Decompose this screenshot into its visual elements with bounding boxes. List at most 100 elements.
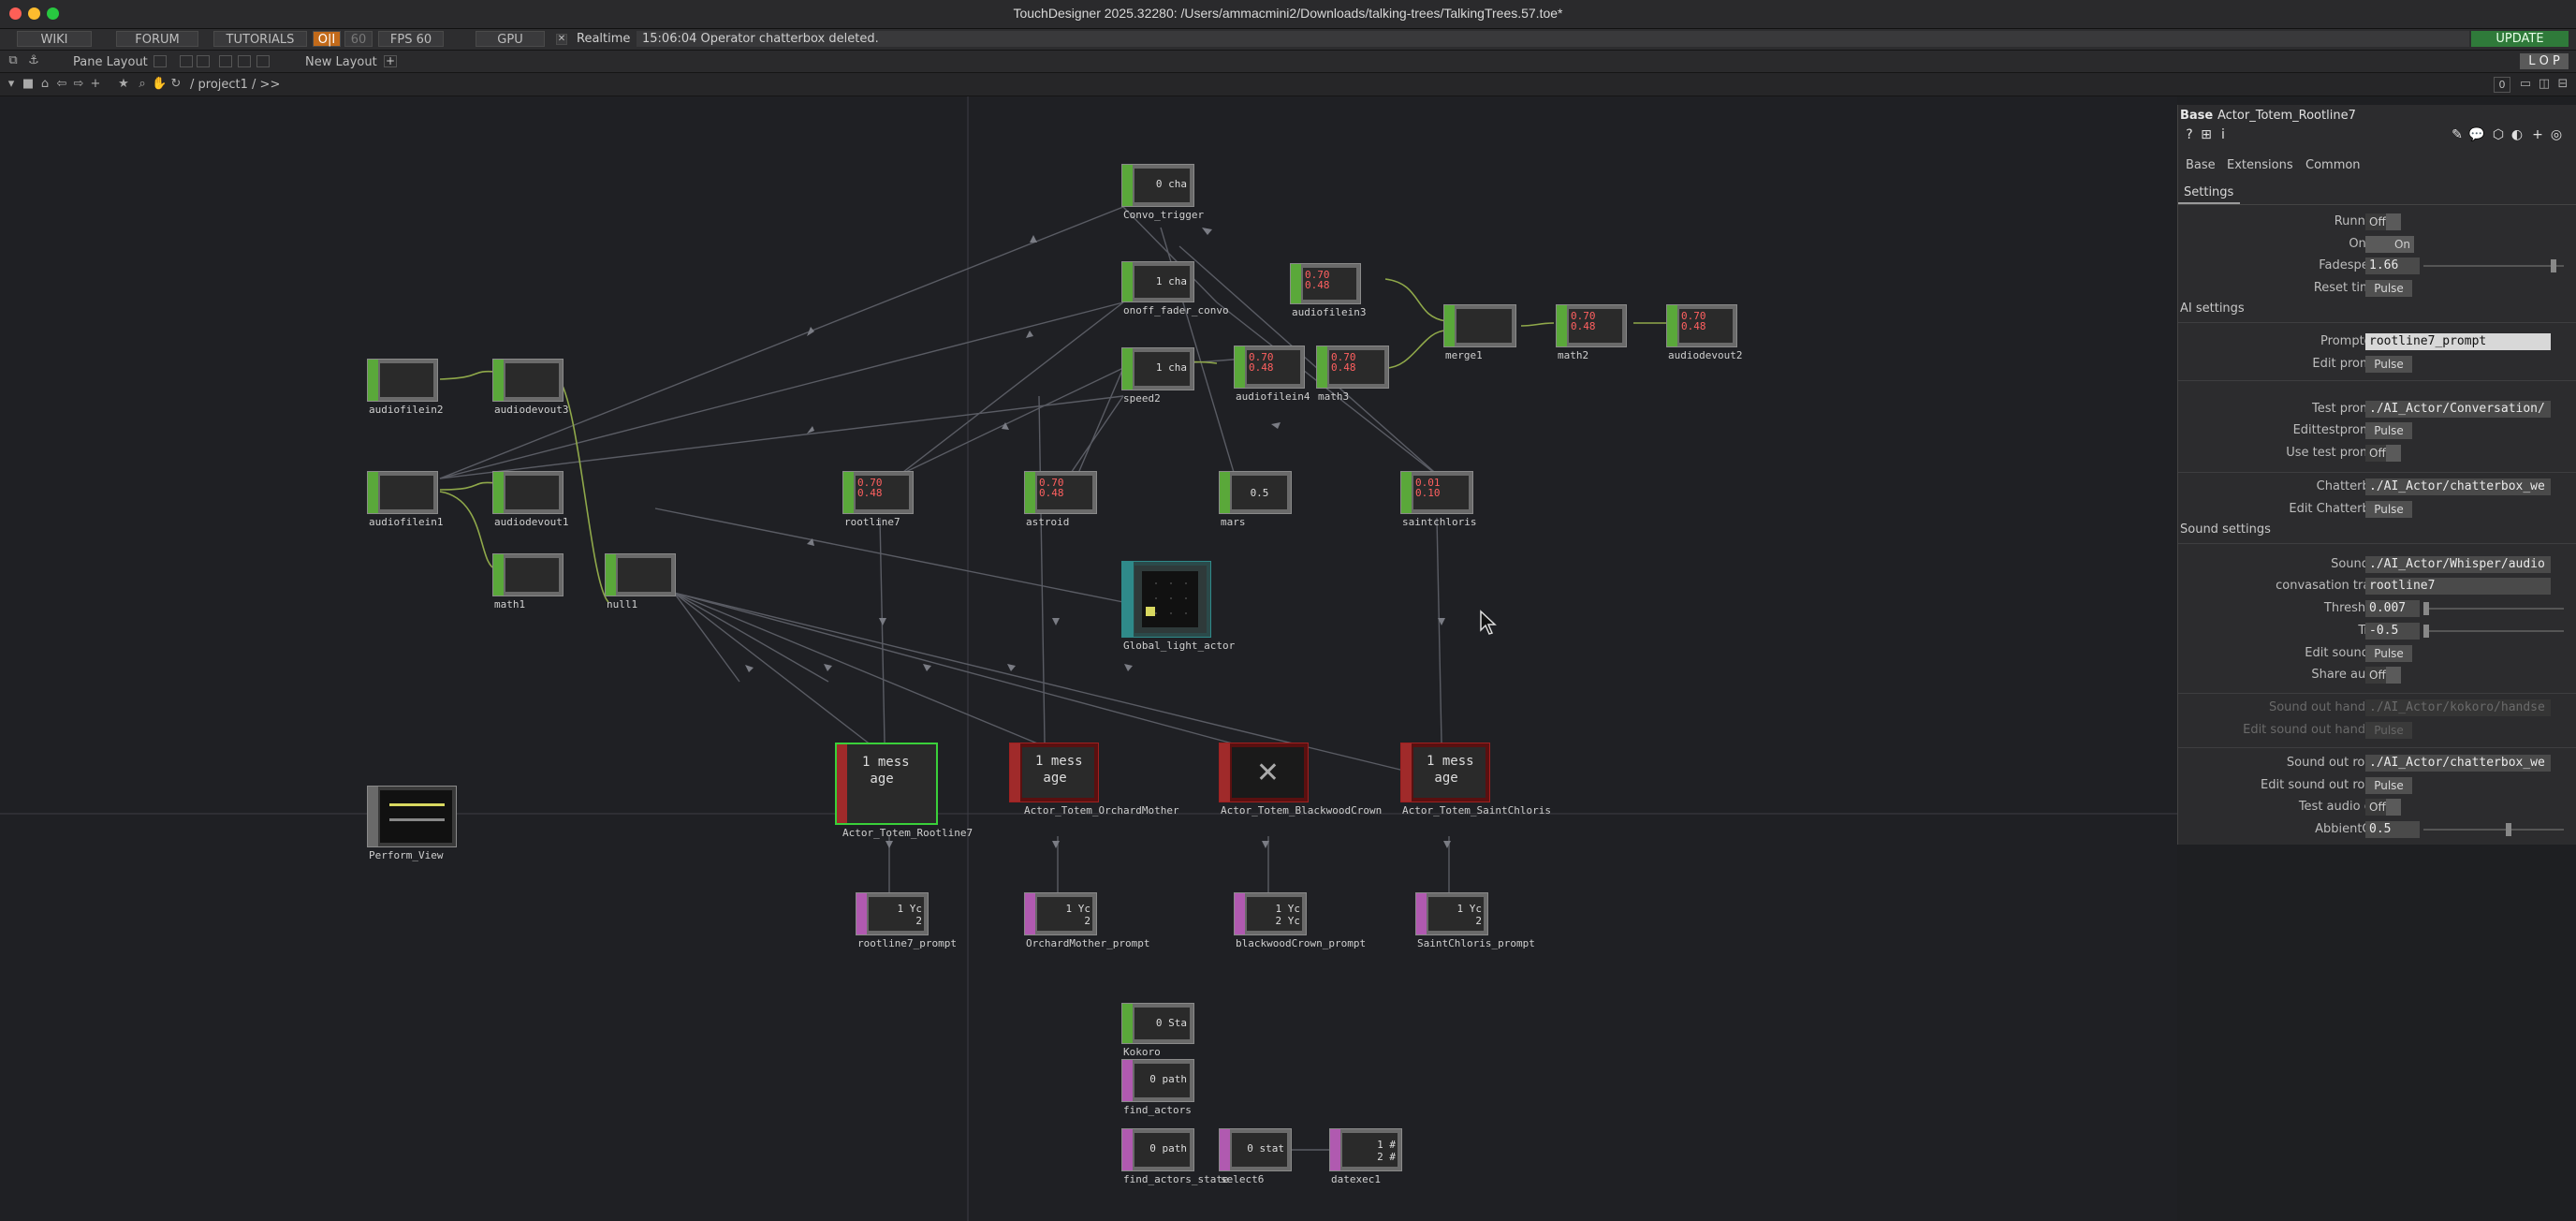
fadespeed-slider[interactable] [2423,259,2564,272]
node-perform-view[interactable] [367,786,457,847]
pane-layout-grid[interactable] [256,55,270,67]
edittestprompt-button[interactable]: Pulse [2365,422,2412,439]
sound-out-room-field[interactable]: ./AI_Actor/chatterbox_we [2365,755,2551,772]
node-merge1[interactable] [1443,304,1516,347]
pane-layout-triple[interactable] [238,55,251,67]
node-math3[interactable]: 0.70 0.48 [1316,346,1389,389]
pane-layout-split-h[interactable] [180,55,193,67]
sound-in-field[interactable]: ./AI_Actor/Whisper/audio [2365,556,2551,573]
node-blackwoodcrown-prompt[interactable]: 1 Yc 2 Yc [1234,892,1307,935]
node-audiodevout2[interactable]: 0.70 0.48 [1666,304,1737,347]
running-toggle[interactable]: Off [2365,213,2401,230]
tab-common[interactable]: Common [2305,158,2361,172]
node-saintchloris-prompt[interactable]: 1 Yc 2 [1415,892,1488,935]
stop-icon[interactable]: ■ [21,77,36,92]
anchor-icon[interactable]: ⚓ [26,53,41,68]
test-audio-out-toggle[interactable]: Off [2365,799,2401,816]
hand-icon[interactable]: ✋ [152,77,167,92]
node-find-actors-state[interactable]: 0 path [1121,1128,1194,1171]
tab-base[interactable]: Base [2186,158,2216,172]
oi-toggle[interactable]: O|I [313,31,341,47]
node-rootline7[interactable]: 0.70 0.48 [842,471,914,514]
tab-extensions[interactable]: Extensions [2227,158,2293,172]
node-null1[interactable] [605,553,676,596]
pane-layout-label[interactable]: Pane Layout [73,55,148,69]
split-icon[interactable]: ◫ [2537,77,2552,92]
reset-timer-button[interactable]: Pulse [2365,280,2412,297]
share-audio-toggle[interactable]: Off [2365,667,2401,684]
node-saintchloris[interactable]: 0.01 0.10 [1400,471,1473,514]
close-pane-icon[interactable]: ⊟ [2555,77,2570,92]
trim-field[interactable]: -0.5 [2365,623,2420,640]
abbientout-field[interactable]: 0.5 [2365,821,2420,838]
node-actor-totem-orchardmother[interactable]: 1 mess age [1009,743,1099,802]
chatterbox-field[interactable]: ./AI_Actor/chatterbox_we [2365,478,2551,495]
edit-sound-in-button[interactable]: Pulse [2365,645,2412,662]
info-icon[interactable]: i [2216,127,2231,142]
tutorials-button[interactable]: TUTORIALS [213,31,307,47]
node-onoff-fader-convo[interactable]: 1 cha [1121,261,1194,302]
update-button[interactable]: UPDATE [2471,31,2569,47]
wiki-button[interactable]: WIKI [17,31,92,47]
node-global-light-actor[interactable] [1121,561,1211,638]
node-audiofilein2[interactable] [367,359,438,402]
node-audiodevout1[interactable] [492,471,564,514]
node-audiofilein1[interactable] [367,471,438,514]
home-icon[interactable]: ⌂ [37,77,52,92]
threshold-field[interactable]: 0.007 [2365,600,2420,617]
edit-prompt-button[interactable]: Pulse [2365,356,2412,373]
pane-layout-single[interactable] [154,55,167,67]
node-find-actors[interactable]: 0 path [1121,1059,1194,1102]
node-select6[interactable]: 0 stat [1219,1128,1292,1171]
help-icon[interactable]: ? [2182,127,2197,142]
add-layout-button[interactable]: + [384,55,397,67]
node-convo-trigger[interactable]: 0 cha [1121,164,1194,207]
edit-chatterbox-button[interactable]: Pulse [2365,501,2412,518]
edit-sound-out-room-button[interactable]: Pulse [2365,777,2412,794]
operator-name[interactable]: Actor_Totem_Rootline7 [2217,109,2356,123]
onoff-toggle[interactable]: On [2365,236,2414,253]
node-math1[interactable] [492,553,564,596]
realtime-checkbox[interactable]: ✕ [556,34,567,45]
threshold-slider[interactable] [2423,602,2564,615]
new-layout-label[interactable]: New Layout [305,55,377,69]
node-actor-totem-blackwoodcrown[interactable]: ✕ [1219,743,1309,802]
node-actor-totem-saintchloris[interactable]: 1 mess age [1400,743,1490,802]
forum-button[interactable]: FORUM [116,31,198,47]
back-icon[interactable]: ⇦ [54,77,69,92]
promptdat-field[interactable]: rootline7_prompt [2365,333,2551,350]
node-speed2[interactable]: 1 cha [1121,347,1194,390]
layout-icon[interactable]: ⧉ [6,53,21,68]
test-prompt-field[interactable]: ./AI_Actor/Conversation/ [2365,401,2551,418]
pane-icon[interactable]: ▭ [2518,77,2533,92]
node-rootline7-prompt[interactable]: 1 Yc 2 [856,892,929,935]
pane-layout-split-v[interactable] [197,55,210,67]
node-actor-totem-rootline7[interactable]: 1 mess age [835,743,938,825]
node-astroid[interactable]: 0.70 0.48 [1024,471,1097,514]
target-icon[interactable]: ◎ [2549,127,2564,142]
refresh-icon[interactable]: ↻ [168,77,183,92]
node-audiodevout3[interactable] [492,359,564,402]
edit-icon[interactable]: ✎ [2450,127,2465,142]
convasation-track-field[interactable]: rootline7 [2365,578,2551,595]
color-icon[interactable]: ◐ [2510,127,2525,142]
tab-settings[interactable]: Settings [2184,185,2233,199]
node-icon[interactable]: ⬡ [2491,127,2506,142]
counter-field[interactable]: 0 [2494,77,2510,93]
node-mars[interactable]: 0.5 [1219,471,1292,514]
trim-slider[interactable] [2423,625,2564,638]
node-audiofilein4[interactable]: 0.70 0.48 [1234,346,1305,389]
node-math2[interactable]: 0.70 0.48 [1556,304,1627,347]
node-orchardmother-prompt[interactable]: 1 Yc 2 [1024,892,1097,935]
add-icon[interactable]: + [2530,127,2545,142]
node-kokoro[interactable]: 0 Sta [1121,1003,1194,1044]
pane-layout-quad[interactable] [219,55,232,67]
network-path[interactable]: / project1 / >> [190,78,280,92]
search-icon[interactable]: ⌕ [135,77,150,92]
node-datexec1[interactable]: 1 # 2 # [1329,1128,1402,1171]
gpu-button[interactable]: GPU [476,31,545,47]
lop-button[interactable]: L O P [2520,53,2569,69]
forward-icon[interactable]: ⇨ [71,77,86,92]
fadespeed-field[interactable]: 1.66 [2365,257,2420,274]
add-operator-icon[interactable]: + [88,77,103,92]
